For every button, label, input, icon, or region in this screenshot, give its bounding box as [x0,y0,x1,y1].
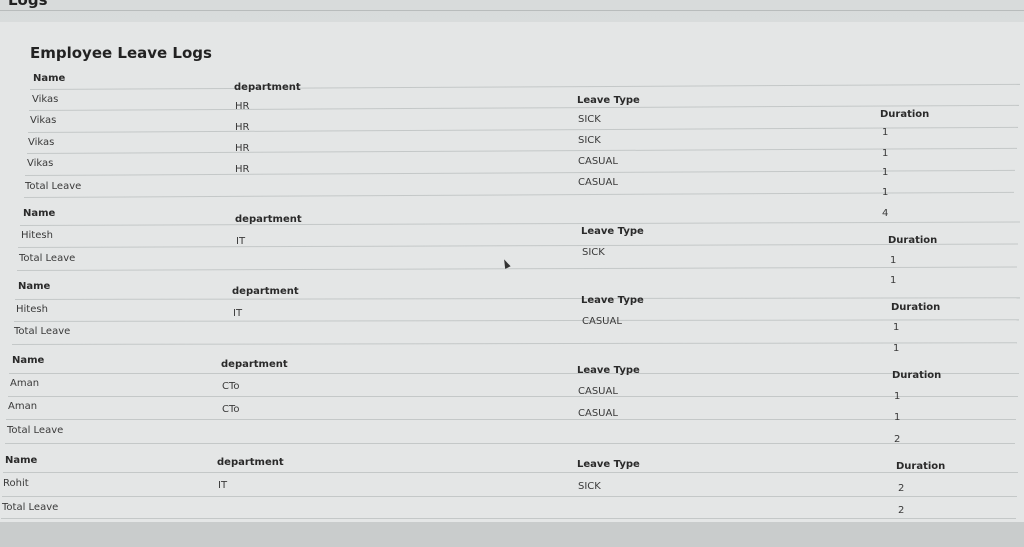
department-cell: HR [235,143,250,154]
bottom-strip [0,522,1024,547]
column-header-name: Name [12,355,45,366]
row-divider [6,419,1016,420]
employee-name-cell: Vikas [28,137,55,148]
column-header-duration: Duration [892,370,942,381]
department-cell: HR [235,164,250,175]
duration-cell: 1 [882,187,889,198]
column-header-department: department [235,214,302,225]
total-leave-label: Total Leave [2,502,59,513]
department-cell: IT [233,308,243,319]
total-leave-label: Total Leave [25,181,82,192]
content-panel [0,22,1024,522]
department-cell: IT [236,236,246,247]
employee-name-cell: Aman [8,401,38,412]
total-leave-value: 2 [898,505,905,516]
employee-name-cell: Rohit [3,478,29,489]
column-header-duration: Duration [891,302,941,313]
leave-type-cell: CASUAL [578,408,618,419]
column-header-department: department [221,359,288,370]
row-divider [3,472,1018,473]
total-leave-label: Total Leave [7,425,64,436]
column-header-leave-type: Leave Type [581,295,644,306]
duration-cell: 1 [893,322,900,333]
column-header-department: department [232,286,299,297]
row-divider [2,496,1017,497]
total-leave-value: 2 [894,434,901,445]
column-header-leave-type: Leave Type [581,226,644,237]
employee-name-cell: Vikas [27,158,54,169]
column-header-department: department [217,457,284,468]
employee-name-cell: Vikas [30,115,57,126]
leave-type-cell: SICK [578,135,601,146]
duration-cell: 1 [894,412,901,423]
column-header-duration: Duration [896,461,946,472]
row-divider [8,396,1018,397]
column-header-name: Name [18,281,51,292]
column-header-leave-type: Leave Type [577,365,640,376]
total-leave-label: Total Leave [19,253,76,264]
leave-type-cell: SICK [578,114,601,125]
logs-heading: Logs [8,0,48,9]
column-header-department: department [234,82,301,93]
total-leave-label: Total Leave [14,326,71,337]
column-header-leave-type: Leave Type [577,95,640,106]
department-cell: HR [235,101,250,112]
leave-type-cell: SICK [582,247,605,258]
total-leave-value: 4 [882,208,889,219]
duration-cell: 1 [882,127,889,138]
duration-cell: 1 [894,391,901,402]
department-cell: CTo [222,404,240,415]
page-title: Employee Leave Logs [30,44,212,62]
duration-cell: 1 [890,255,897,266]
leave-type-cell: CASUAL [578,177,618,188]
column-header-name: Name [5,455,38,466]
row-divider [9,373,1019,374]
leave-type-cell: SICK [578,481,601,492]
department-cell: IT [218,480,228,491]
department-cell: CTo [222,381,240,392]
duration-cell: 2 [898,483,905,494]
leave-type-cell: CASUAL [582,316,622,327]
row-divider [5,443,1015,444]
screen: Logs Employee Leave Logs Name department L… [0,0,1024,547]
leave-type-cell: CASUAL [578,386,618,397]
column-header-duration: Duration [888,235,938,246]
column-header-name: Name [33,73,66,84]
column-header-name: Name [23,208,56,219]
duration-cell: 1 [882,148,889,159]
total-leave-value: 1 [893,343,900,354]
row-divider [1,518,1016,519]
column-header-duration: Duration [880,109,930,120]
employee-name-cell: Hitesh [21,230,53,241]
total-leave-value: 1 [890,275,897,286]
employee-name-cell: Aman [10,378,40,389]
divider [0,10,1024,11]
department-cell: HR [235,122,250,133]
employee-name-cell: Vikas [32,94,59,105]
duration-cell: 1 [882,167,889,178]
leave-type-cell: CASUAL [578,156,618,167]
column-header-leave-type: Leave Type [577,459,640,470]
employee-name-cell: Hitesh [16,304,48,315]
